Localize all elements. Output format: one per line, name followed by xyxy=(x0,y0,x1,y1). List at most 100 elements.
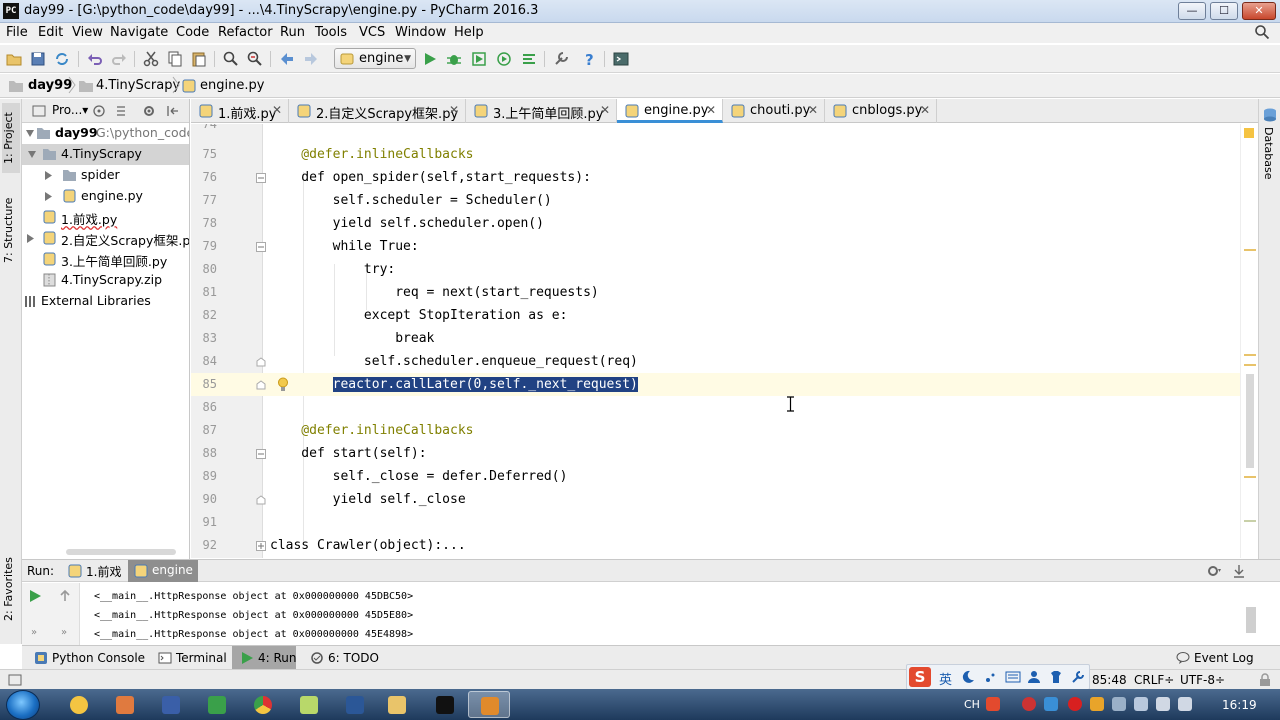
volume-icon[interactable] xyxy=(1178,697,1192,711)
editor-scrollbar-thumb[interactable] xyxy=(1246,374,1254,468)
lock-icon[interactable] xyxy=(1258,673,1272,687)
taskbar-app-tool[interactable] xyxy=(196,691,238,718)
taskbar-app-pycharm[interactable] xyxy=(424,691,466,718)
menu-window[interactable]: Window xyxy=(395,25,446,40)
close-tab-icon[interactable]: ✕ xyxy=(706,103,716,117)
event-log-tool[interactable]: Event Log xyxy=(1168,646,1268,670)
fold-marker-icon[interactable] xyxy=(256,173,266,183)
menu-tools[interactable]: Tools xyxy=(315,25,347,40)
record-icon[interactable] xyxy=(1068,697,1082,711)
antivirus-icon[interactable] xyxy=(1022,697,1036,711)
taskbar-app-save[interactable] xyxy=(150,691,192,718)
tree-item-root[interactable]: day99 G:\python_code\d xyxy=(22,123,189,144)
settings-wrench-icon[interactable] xyxy=(552,50,570,68)
wrench-icon[interactable] xyxy=(1071,670,1085,684)
fold-end-marker-icon[interactable] xyxy=(256,380,266,390)
close-tab-icon[interactable]: ✕ xyxy=(449,103,459,117)
collapse-all-icon[interactable] xyxy=(114,104,128,118)
favorites-tool-tab[interactable]: 2: Favorites xyxy=(2,551,20,627)
target-icon[interactable] xyxy=(92,104,106,118)
run-tool[interactable]: 4: Run xyxy=(232,646,297,670)
fold-marker-icon[interactable] xyxy=(256,242,266,252)
gear-icon[interactable] xyxy=(142,104,156,118)
fold-marker-icon[interactable] xyxy=(256,449,266,459)
close-tab-icon[interactable]: ✕ xyxy=(808,103,818,117)
run-configuration-select[interactable]: engine ▼ xyxy=(334,48,416,69)
tab-chouti[interactable]: chouti.py ✕ xyxy=(723,99,825,123)
toggle-tool-windows-icon[interactable] xyxy=(8,673,22,687)
close-tab-icon[interactable]: ✕ xyxy=(600,103,610,117)
menu-navigate[interactable]: Navigate xyxy=(110,25,168,40)
search-everywhere-icon[interactable] xyxy=(1254,24,1270,40)
minimize-button[interactable]: — xyxy=(1178,2,1206,20)
taskbar-clock[interactable]: 16:19 xyxy=(1222,698,1257,712)
open-folder-icon[interactable] xyxy=(5,50,23,68)
taskbar-app-chrome[interactable] xyxy=(242,691,284,718)
sogou-tray-icon[interactable] xyxy=(986,697,1000,711)
fold-expand-marker-icon[interactable] xyxy=(256,541,266,551)
tab-cnblogs[interactable]: cnblogs.py ✕ xyxy=(825,99,937,123)
python-console-icon[interactable] xyxy=(612,50,630,68)
usb-icon[interactable] xyxy=(1112,697,1126,711)
hide-panel-icon[interactable] xyxy=(1232,564,1246,578)
scroll-up-icon[interactable] xyxy=(58,589,72,603)
sogou-ime-icon[interactable]: S xyxy=(909,667,931,687)
save-all-icon[interactable] xyxy=(29,50,47,68)
todo-tool[interactable]: 6: TODO xyxy=(302,646,379,670)
tree-item-zip[interactable]: 4.TinyScrapy.zip xyxy=(22,270,189,291)
security-icon[interactable] xyxy=(1090,697,1104,711)
fold-end-marker-icon[interactable] xyxy=(256,495,266,505)
run-tab-qianxi[interactable]: 1.前戏 xyxy=(62,560,128,582)
python-console-tool[interactable]: Python Console xyxy=(26,646,145,670)
tree-item-tinyscrapy[interactable]: 4.TinyScrapy xyxy=(22,144,189,165)
back-icon[interactable] xyxy=(278,50,296,68)
project-tool-tab[interactable]: 1: Project xyxy=(2,103,20,173)
taskbar-app-messenger[interactable] xyxy=(58,691,100,718)
collapsed-arrow-icon[interactable] xyxy=(44,171,52,180)
profile-icon[interactable] xyxy=(495,50,513,68)
run-with-coverage-icon[interactable] xyxy=(470,50,488,68)
menu-file[interactable]: File xyxy=(6,25,28,40)
taskbar-app-paint[interactable] xyxy=(104,691,146,718)
hide-panel-icon[interactable] xyxy=(166,104,180,118)
stripe-mark[interactable] xyxy=(1244,476,1256,478)
close-tab-icon[interactable]: ✕ xyxy=(272,103,282,117)
menu-view[interactable]: View xyxy=(72,25,103,40)
stripe-mark[interactable] xyxy=(1244,520,1256,522)
ime-mode[interactable]: 英 xyxy=(939,669,952,688)
menu-help[interactable]: Help xyxy=(454,25,484,40)
expand-more-icon[interactable]: » xyxy=(31,627,37,638)
moon-icon[interactable] xyxy=(961,670,975,684)
display-icon[interactable] xyxy=(1134,697,1148,711)
network-icon[interactable] xyxy=(1156,697,1170,711)
breadcrumb-item-tinyscrapy[interactable]: 4.TinyScrapy xyxy=(96,78,180,93)
breadcrumb-item-day99[interactable]: day99 xyxy=(28,78,72,93)
collapsed-arrow-icon[interactable] xyxy=(26,234,34,243)
concurrency-diagram-icon[interactable] xyxy=(520,50,538,68)
code-editor[interactable]: 74 75 @defer.inlineCallbacks 76 def open… xyxy=(191,124,1258,558)
stripe-mark[interactable] xyxy=(1244,354,1256,356)
expand-more-icon[interactable]: » xyxy=(61,627,67,638)
tree-item-review[interactable]: 3.上午简单回顾.py xyxy=(22,249,189,270)
structure-tool-tab[interactable]: 7: Structure xyxy=(2,191,20,269)
tree-item-engine[interactable]: engine.py xyxy=(22,186,189,207)
help-icon[interactable]: ? xyxy=(581,50,599,68)
redo-icon[interactable] xyxy=(110,50,128,68)
menu-edit[interactable]: Edit xyxy=(38,25,63,40)
taskbar-app-recorder[interactable] xyxy=(468,691,510,718)
line-separator[interactable]: CRLF÷ xyxy=(1134,673,1174,687)
rerun-icon[interactable] xyxy=(28,589,42,603)
project-horizontal-scrollbar[interactable] xyxy=(66,549,176,555)
stripe-mark[interactable] xyxy=(1244,249,1256,251)
stripe-mark[interactable] xyxy=(1244,364,1256,366)
tab-custom-scrapy[interactable]: 2.自定义Scrapy框架.py ✕ xyxy=(289,99,466,123)
taskbar-app-notepad[interactable] xyxy=(288,691,330,718)
menu-vcs[interactable]: VCS xyxy=(359,25,385,40)
breadcrumb-item-engine[interactable]: engine.py xyxy=(200,78,264,93)
taskbar-app-word[interactable] xyxy=(334,691,376,718)
file-encoding[interactable]: UTF-8÷ xyxy=(1180,673,1225,687)
menu-code[interactable]: Code xyxy=(176,25,209,40)
console-scrollbar[interactable] xyxy=(1246,607,1256,633)
tab-review[interactable]: 3.上午简单回顾.py ✕ xyxy=(466,99,617,123)
warning-indicator-icon[interactable] xyxy=(1244,128,1254,138)
